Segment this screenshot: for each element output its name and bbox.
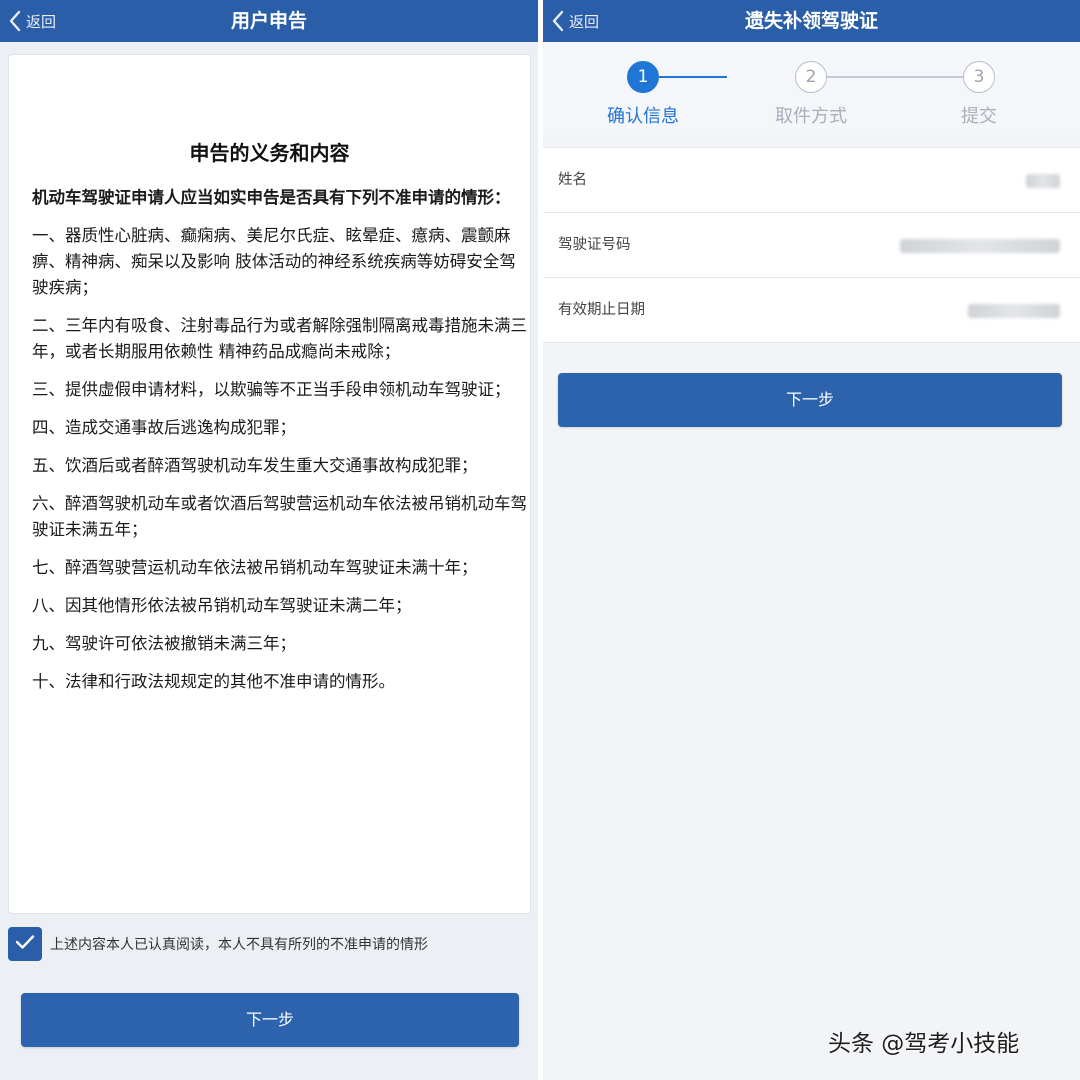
lost-license-reissue-screen: 返回 遗失补领驾驶证 1 2 3 确认信息 取件方式 提交 姓名 驾驶证号码 有… — [543, 0, 1080, 1080]
page-title: 遗失补领驾驶证 — [744, 10, 878, 32]
declaration-item: 三、提供虚假申请材料，以欺骗等不正当手段申领机动车驾驶证； — [32, 380, 511, 399]
page-title: 用户申告 — [230, 10, 307, 32]
agreement-row: 上述内容本人已认真阅读，本人不具有所列的不准申请的情形 — [8, 926, 533, 962]
license-number-label: 驾驶证号码 — [558, 237, 631, 253]
step-2-label: 取件方式 — [775, 106, 847, 127]
step-2-indicator: 2 — [795, 61, 827, 93]
license-number-value-redacted — [900, 239, 1060, 253]
info-row-expiry-date: 有效期止日期 — [543, 278, 1080, 343]
name-label: 姓名 — [558, 172, 587, 188]
declaration-text: 机动车驾驶证申请人应当如实申告是否具有下列不准申请的情形： 一、器质性心脏病、癫… — [32, 185, 527, 707]
step-3-label: 提交 — [961, 106, 997, 127]
next-step-button[interactable]: 下一步 — [558, 373, 1062, 427]
declaration-item: 六、醉酒驾驶机动车或者饮酒后驾驶营运机动车依法被吊销机动车驾驶证未满五年； — [32, 494, 527, 539]
step-connector — [827, 76, 963, 78]
step-3-indicator: 3 — [963, 61, 995, 93]
step-connector — [659, 76, 727, 78]
declaration-item: 七、醉酒驾驶营运机动车依法被吊销机动车驾驶证未满十年； — [32, 558, 478, 577]
declaration-item: 九、驾驶许可依法被撤销未满三年； — [32, 634, 296, 653]
name-value-redacted — [1026, 174, 1060, 188]
declaration-item: 四、造成交通事故后逃逸构成犯罪； — [32, 418, 296, 437]
declaration-intro: 机动车驾驶证申请人应当如实申告是否具有下列不准申请的情形： — [32, 188, 511, 207]
info-list: 姓名 驾驶证号码 有效期止日期 — [543, 147, 1080, 343]
info-row-name: 姓名 — [543, 148, 1080, 213]
watermark: 头条 @驾考小技能 — [828, 1031, 1020, 1057]
expiry-date-label: 有效期止日期 — [558, 302, 645, 318]
declaration-card: 申告的义务和内容 机动车驾驶证申请人应当如实申告是否具有下列不准申请的情形： 一… — [8, 54, 531, 914]
check-icon — [15, 934, 35, 954]
declaration-item: 十、法律和行政法规规定的其他不准申请的情形。 — [32, 672, 395, 691]
navbar: 返回 用户申告 — [0, 0, 538, 42]
progress-steps: 1 2 3 确认信息 取件方式 提交 — [543, 42, 1080, 134]
expiry-date-value-redacted — [968, 304, 1060, 318]
declaration-item: 一、器质性心脏病、癫痫病、美尼尔氏症、眩晕症、癔病、震颤麻痹、精神病、痴呆以及影… — [32, 226, 516, 297]
declaration-item: 五、饮酒后或者醉酒驾驶机动车发生重大交通事故构成犯罪； — [32, 456, 478, 475]
step-1-label: 确认信息 — [607, 106, 679, 127]
step-1-indicator: 1 — [627, 61, 659, 93]
card-title: 申告的义务和内容 — [189, 141, 350, 165]
agree-checkbox[interactable] — [8, 927, 42, 961]
agree-text: 上述内容本人已认真阅读，本人不具有所列的不准申请的情形 — [50, 937, 428, 953]
declaration-item: 八、因其他情形依法被吊销机动车驾驶证未满二年； — [32, 596, 412, 615]
declaration-item: 二、三年内有吸食、注射毒品行为或者解除强制隔离戒毒措施未满三年，或者长期服用依赖… — [32, 316, 527, 361]
info-row-license-number: 驾驶证号码 — [543, 213, 1080, 278]
navbar: 返回 遗失补领驾驶证 — [543, 0, 1080, 42]
user-declaration-screen: 返回 用户申告 申告的义务和内容 机动车驾驶证申请人应当如实申告是否具有下列不准… — [0, 0, 538, 1080]
next-step-button[interactable]: 下一步 — [21, 993, 519, 1047]
